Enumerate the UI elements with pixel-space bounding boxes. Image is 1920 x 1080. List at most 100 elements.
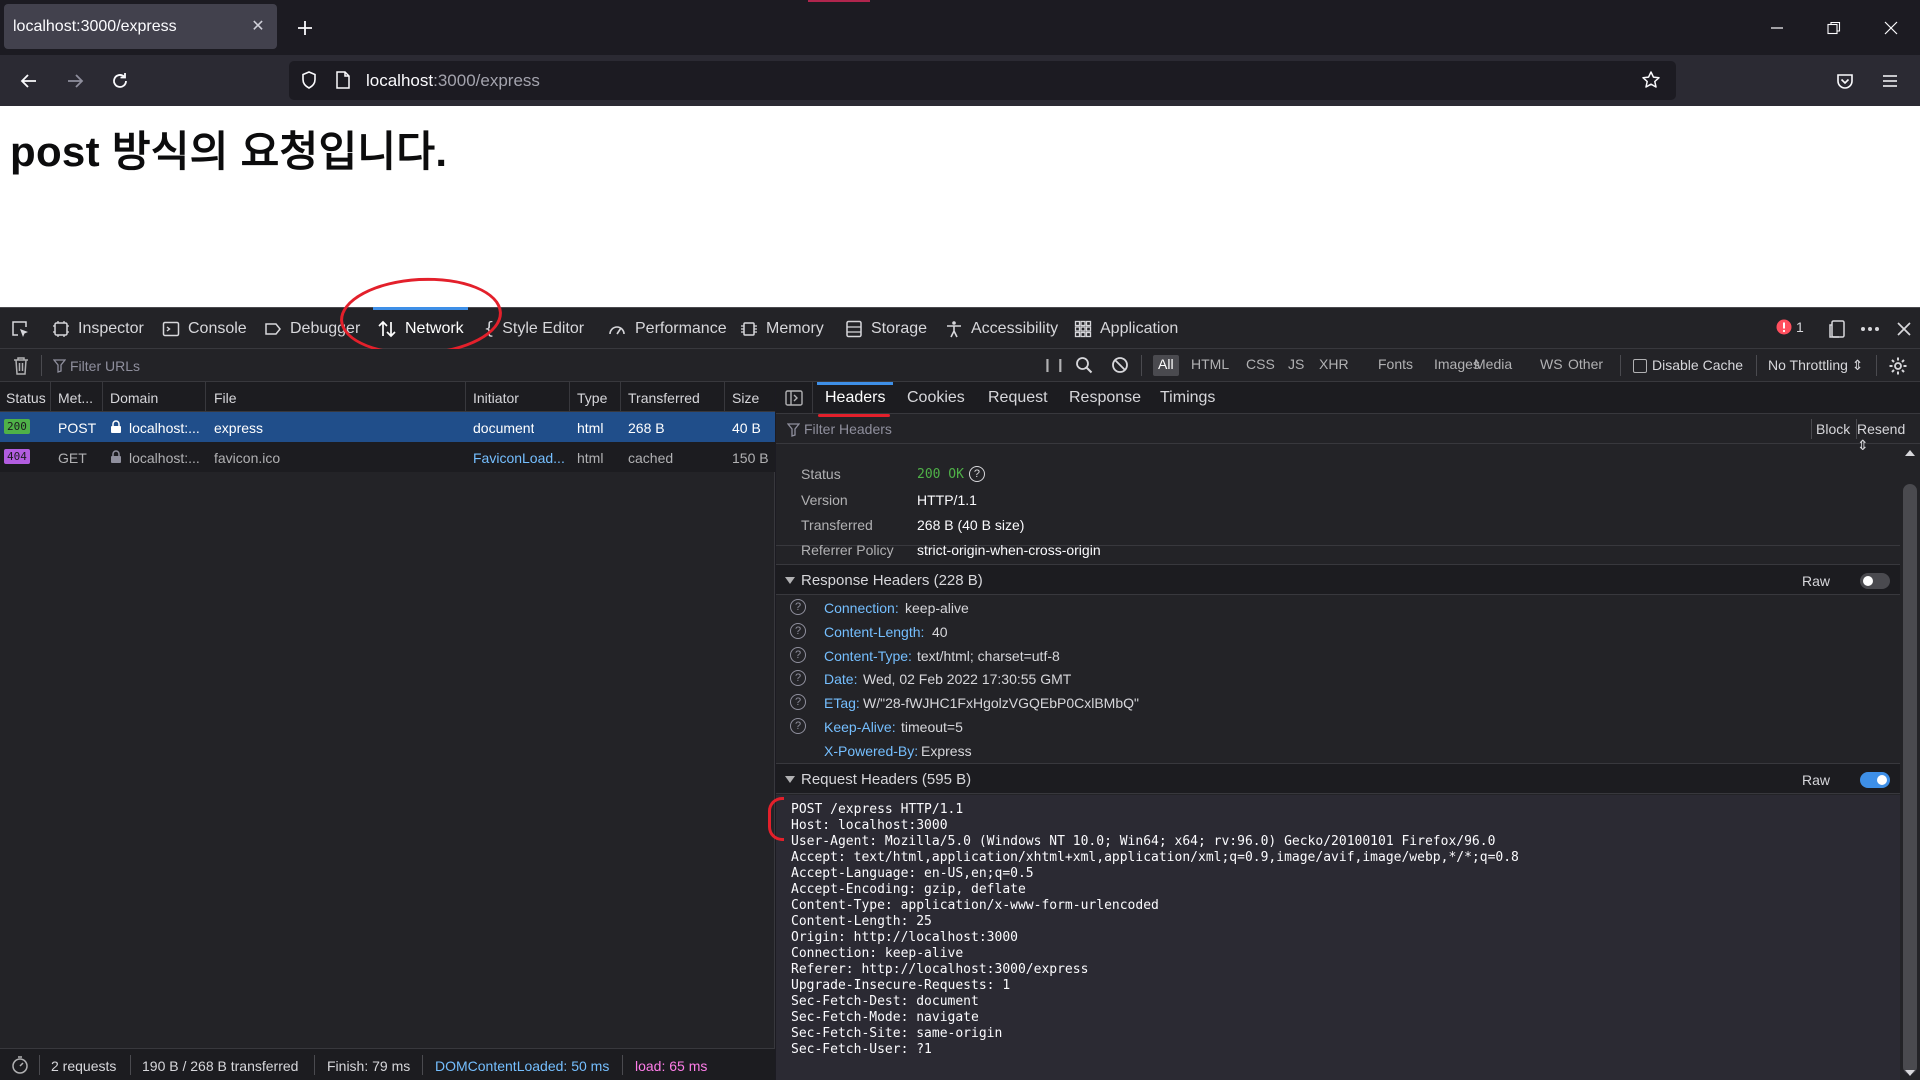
- tab-headers[interactable]: Headers: [825, 389, 885, 407]
- page-viewport: post 방식의 요청입니다.: [0, 106, 1920, 307]
- help-icon[interactable]: ?: [790, 623, 806, 639]
- request-type: html: [577, 450, 604, 466]
- shield-icon[interactable]: [299, 70, 319, 90]
- column-method[interactable]: Met...: [58, 390, 93, 406]
- filter-media[interactable]: Media: [1469, 355, 1517, 376]
- filter-headers-input[interactable]: [804, 419, 1304, 439]
- browser-tab-title: localhost:3000/express: [13, 17, 177, 35]
- filter-fonts[interactable]: Fonts: [1373, 355, 1418, 376]
- tab-style-editor[interactable]: { Style Editor: [484, 308, 584, 349]
- scrollbar-thumb[interactable]: [1903, 484, 1917, 1074]
- raw-toggle[interactable]: [1860, 772, 1890, 788]
- back-button[interactable]: [16, 68, 42, 94]
- column-initiator[interactable]: Initiator: [473, 390, 519, 406]
- request-headers-section[interactable]: Request Headers (595 B) Raw: [776, 763, 1900, 794]
- tab-timings[interactable]: Timings: [1160, 389, 1215, 407]
- column-file[interactable]: File: [214, 390, 237, 406]
- help-icon[interactable]: ?: [790, 599, 806, 615]
- clear-requests-icon[interactable]: [12, 356, 30, 376]
- toggle-sidebar-icon[interactable]: [785, 390, 803, 406]
- tab-network[interactable]: Network: [373, 307, 468, 349]
- column-size[interactable]: Size: [732, 390, 759, 406]
- details-tab-bar: Headers Cookies Request Response Timings: [776, 382, 1920, 417]
- address-bar[interactable]: localhost:3000/express: [289, 61, 1676, 100]
- scroll-down-icon[interactable]: [1905, 1070, 1915, 1076]
- help-icon[interactable]: ?: [968, 466, 985, 482]
- tab-application[interactable]: Application: [1074, 308, 1178, 349]
- filter-js[interactable]: JS: [1283, 355, 1309, 376]
- pause-icon[interactable]: ❙❙: [1042, 357, 1068, 373]
- dock-options-icon[interactable]: [1828, 319, 1848, 339]
- collapse-triangle-icon[interactable]: [785, 577, 795, 584]
- status-text: 200 OK: [917, 466, 964, 482]
- tab-cookies[interactable]: Cookies: [907, 389, 965, 407]
- filter-css[interactable]: CSS: [1241, 355, 1280, 376]
- forward-button[interactable]: [62, 68, 88, 94]
- tab-performance[interactable]: Performance: [607, 308, 727, 349]
- close-devtools-icon[interactable]: [1894, 319, 1914, 339]
- page-info-icon[interactable]: [334, 70, 352, 90]
- request-size: 150 B: [732, 450, 769, 466]
- column-type[interactable]: Type: [577, 390, 607, 406]
- tab-accessibility[interactable]: Accessibility: [945, 308, 1058, 349]
- details-scrollbar[interactable]: [1900, 444, 1920, 1080]
- error-count-badge[interactable]: 1: [1776, 319, 1804, 335]
- tab-debugger[interactable]: Debugger: [264, 308, 360, 349]
- request-initiator[interactable]: FaviconLoad...: [473, 450, 565, 466]
- tab-memory[interactable]: Memory: [740, 308, 824, 349]
- help-icon[interactable]: ?: [790, 694, 806, 710]
- close-window-button[interactable]: [1877, 14, 1905, 42]
- scroll-up-icon[interactable]: [1905, 450, 1915, 456]
- column-domain[interactable]: Domain: [110, 390, 158, 406]
- debugger-icon: [265, 322, 281, 335]
- filter-all[interactable]: All: [1153, 355, 1179, 376]
- column-status[interactable]: Status: [6, 390, 46, 406]
- bookmark-star-icon[interactable]: [1641, 70, 1661, 90]
- tab-request[interactable]: Request: [988, 389, 1048, 407]
- filter-html[interactable]: HTML: [1186, 355, 1234, 376]
- status-separator: [422, 1055, 423, 1075]
- response-header-row: ? Content-Type: text/html; charset=utf-8: [776, 644, 1900, 668]
- throttling-select[interactable]: No Throttling ⇕: [1768, 357, 1864, 374]
- disable-cache-checkbox[interactable]: [1633, 359, 1647, 373]
- request-row[interactable]: 200 POST localhost:... express document …: [0, 412, 775, 442]
- more-options-icon[interactable]: [1860, 319, 1880, 339]
- tab-response[interactable]: Response: [1069, 389, 1141, 407]
- browser-tab[interactable]: localhost:3000/express ✕: [4, 4, 277, 49]
- filter-urls-input[interactable]: [70, 355, 370, 376]
- reload-button[interactable]: [107, 68, 133, 94]
- new-tab-button[interactable]: [293, 16, 317, 40]
- help-icon[interactable]: ?: [790, 647, 806, 663]
- element-picker-icon[interactable]: [10, 319, 30, 339]
- url-text: localhost:3000/express: [366, 71, 540, 91]
- raw-toggle[interactable]: [1860, 573, 1890, 589]
- console-icon: [162, 321, 180, 336]
- help-icon[interactable]: ?: [790, 670, 806, 686]
- close-tab-icon[interactable]: ✕: [249, 18, 267, 36]
- block-button[interactable]: Block: [1816, 421, 1850, 437]
- raw-request-headers[interactable]: POST /express HTTP/1.1 Host: localhost:3…: [776, 795, 1900, 1080]
- request-summary: Status 200 OK ? Version HTTP/1.1 Transfe…: [776, 444, 1900, 558]
- settings-gear-icon[interactable]: [1888, 356, 1908, 376]
- filter-other[interactable]: Other: [1563, 355, 1608, 376]
- tab-console[interactable]: Console: [162, 308, 247, 349]
- response-headers-title: Response Headers (228 B): [801, 572, 983, 589]
- header-name: Keep-Alive:: [824, 719, 896, 735]
- search-icon[interactable]: [1075, 356, 1093, 374]
- tab-storage[interactable]: Storage: [845, 308, 927, 349]
- collapse-triangle-icon[interactable]: [785, 776, 795, 783]
- column-transferred[interactable]: Transferred: [628, 390, 700, 406]
- performance-analysis-icon[interactable]: [10, 1055, 30, 1075]
- block-requests-icon[interactable]: [1111, 356, 1129, 374]
- response-headers-section[interactable]: Response Headers (228 B) Raw: [776, 564, 1900, 595]
- restore-window-button[interactable]: [1820, 14, 1848, 42]
- tab-inspector[interactable]: Inspector: [52, 308, 144, 349]
- minimize-window-button[interactable]: [1763, 14, 1791, 42]
- request-row[interactable]: 404 GET localhost:... favicon.ico Favico…: [0, 442, 775, 472]
- transferred-total: 190 B / 268 B transferred: [142, 1058, 299, 1074]
- status-separator: [130, 1055, 131, 1075]
- pocket-icon[interactable]: [1832, 68, 1858, 94]
- help-icon[interactable]: ?: [790, 718, 806, 734]
- app-menu-icon[interactable]: [1877, 68, 1903, 94]
- filter-xhr[interactable]: XHR: [1314, 355, 1354, 376]
